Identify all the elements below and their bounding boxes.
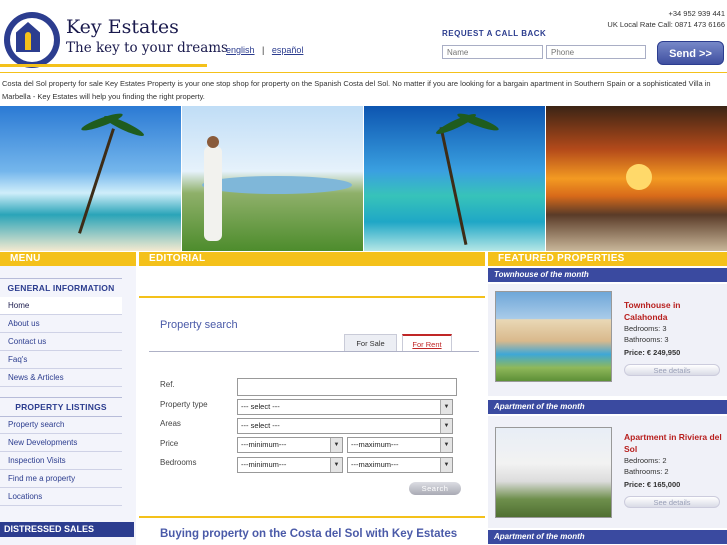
menu-item-new-developments[interactable]: New Developments xyxy=(0,434,122,452)
phone-uk: UK Local Rate Call: 0871 473 6166 xyxy=(607,20,725,29)
editorial-header: EDITORIAL xyxy=(139,252,485,266)
bedrooms-label: Bedrooms xyxy=(160,458,197,467)
chevron-down-icon: ▼ xyxy=(440,419,452,433)
distressed-sales-header[interactable]: DISTRESSED SALES xyxy=(0,522,134,537)
editorial-heading: Buying property on the Costa del Sol wit… xyxy=(160,528,458,540)
townhouse-photo[interactable] xyxy=(495,291,612,382)
see-details-button-2[interactable]: See details xyxy=(624,496,720,508)
chevron-down-icon: ▼ xyxy=(330,458,342,472)
phone-main: +34 952 939 441 xyxy=(668,9,725,18)
editorial-panel: Property search For Sale For Rent Ref. P… xyxy=(139,266,485,545)
featured-header: FEATURED PROPERTIES xyxy=(488,252,727,266)
menu-item-find-property[interactable]: Find me a property xyxy=(0,470,122,488)
brand-name: Key Estates xyxy=(66,16,179,38)
price-max-value: ---maximum--- xyxy=(351,440,399,449)
lang-separator: | xyxy=(262,45,265,55)
property-type-label: Property type xyxy=(160,400,208,409)
chevron-down-icon: ▼ xyxy=(440,458,452,472)
brand-tagline: The key to your dreams xyxy=(66,40,228,56)
areas-select[interactable]: --- select --- ▼ xyxy=(237,418,453,434)
featured-bathrooms-2: Bathrooms: 2 xyxy=(624,467,669,476)
chevron-down-icon: ▼ xyxy=(440,438,452,452)
price-min-value: ---minimum--- xyxy=(241,440,287,449)
lang-english-link[interactable]: english xyxy=(226,45,255,55)
chevron-down-icon: ▼ xyxy=(330,438,342,452)
banner-sunset-image xyxy=(546,106,727,251)
logo[interactable]: Key Estates The key to your dreams xyxy=(0,10,228,68)
tab-divider xyxy=(149,351,479,352)
price-max-select[interactable]: ---maximum--- ▼ xyxy=(347,437,453,453)
featured-section-3: Apartment of the month xyxy=(488,530,727,544)
menu-item-faqs[interactable]: Faq's xyxy=(0,351,122,369)
property-type-select[interactable]: --- select --- ▼ xyxy=(237,399,453,415)
menu-group-general: GENERAL INFORMATION xyxy=(0,278,122,298)
intro-text: Costa del Sol property for sale Key Esta… xyxy=(0,72,727,104)
apartment-photo[interactable] xyxy=(495,427,612,518)
tab-for-rent[interactable]: For Rent xyxy=(402,334,452,352)
property-type-value: --- select --- xyxy=(241,402,280,411)
featured-title-1[interactable]: Townhouse in Calahonda xyxy=(624,299,722,323)
featured-price-1: Price: € 249,950 xyxy=(624,348,681,357)
chevron-down-icon: ▼ xyxy=(440,400,452,414)
menu-item-news[interactable]: News & Articles xyxy=(0,369,122,387)
price-label: Price xyxy=(160,439,179,448)
logo-underline xyxy=(0,64,207,67)
featured-price-2: Price: € 165,000 xyxy=(624,480,681,489)
featured-card-1: Townhouse in Calahonda Bedrooms: 3 Bathr… xyxy=(488,284,727,396)
editorial-top-rule xyxy=(139,296,485,298)
featured-section-2: Apartment of the month xyxy=(488,400,727,414)
lang-spanish-link[interactable]: español xyxy=(272,45,304,55)
bedrooms-max-value: ---maximum--- xyxy=(351,460,399,469)
see-details-button-1[interactable]: See details xyxy=(624,364,720,376)
tab-for-sale[interactable]: For Sale xyxy=(344,334,397,352)
callback-title: REQUEST A CALL BACK xyxy=(442,29,547,38)
banner xyxy=(0,106,727,251)
featured-card-2: Apartment in Riviera del Sol Bedrooms: 2… xyxy=(488,416,727,528)
search-button[interactable]: Search xyxy=(409,482,461,495)
featured-bathrooms-1: Bathrooms: 3 xyxy=(624,335,669,344)
callback-phone-input[interactable] xyxy=(546,45,646,59)
callback-name-input[interactable] xyxy=(442,45,543,59)
send-button[interactable]: Send >> xyxy=(657,41,724,65)
menu-header: MENU xyxy=(0,252,136,266)
featured-bedrooms-2: Bedrooms: 2 xyxy=(624,456,667,465)
featured-panel: Townhouse of the month Townhouse in Cala… xyxy=(488,266,727,545)
areas-value: --- select --- xyxy=(241,421,280,430)
featured-bedrooms-1: Bedrooms: 3 xyxy=(624,324,667,333)
bedrooms-max-select[interactable]: ---maximum--- ▼ xyxy=(347,457,453,473)
left-menu: GENERAL INFORMATION Home About us Contac… xyxy=(0,266,136,545)
price-min-select[interactable]: ---minimum--- ▼ xyxy=(237,437,343,453)
menu-item-contact[interactable]: Contact us xyxy=(0,333,122,351)
ref-input[interactable] xyxy=(237,378,457,396)
menu-item-locations[interactable]: Locations xyxy=(0,488,122,506)
featured-title-2[interactable]: Apartment in Riviera del Sol xyxy=(624,431,722,455)
banner-tropical-image xyxy=(364,106,545,251)
menu-group-listings: PROPERTY LISTINGS xyxy=(0,397,122,417)
bedrooms-min-value: ---minimum--- xyxy=(241,460,287,469)
language-switcher: english | español xyxy=(226,45,303,55)
featured-section-1: Townhouse of the month xyxy=(488,268,727,282)
property-search-title: Property search xyxy=(160,319,238,331)
menu-item-home[interactable]: Home xyxy=(0,297,122,315)
menu-item-inspection-visits[interactable]: Inspection Visits xyxy=(0,452,122,470)
bedrooms-min-select[interactable]: ---minimum--- ▼ xyxy=(237,457,343,473)
ref-label: Ref. xyxy=(160,380,175,389)
menu-item-property-search[interactable]: Property search xyxy=(0,416,122,434)
key-icon xyxy=(25,32,31,50)
areas-label: Areas xyxy=(160,419,181,428)
banner-golf-image xyxy=(182,106,363,251)
menu-item-about[interactable]: About us xyxy=(0,315,122,333)
editorial-bottom-rule xyxy=(139,516,485,518)
banner-beach-image xyxy=(0,106,181,251)
